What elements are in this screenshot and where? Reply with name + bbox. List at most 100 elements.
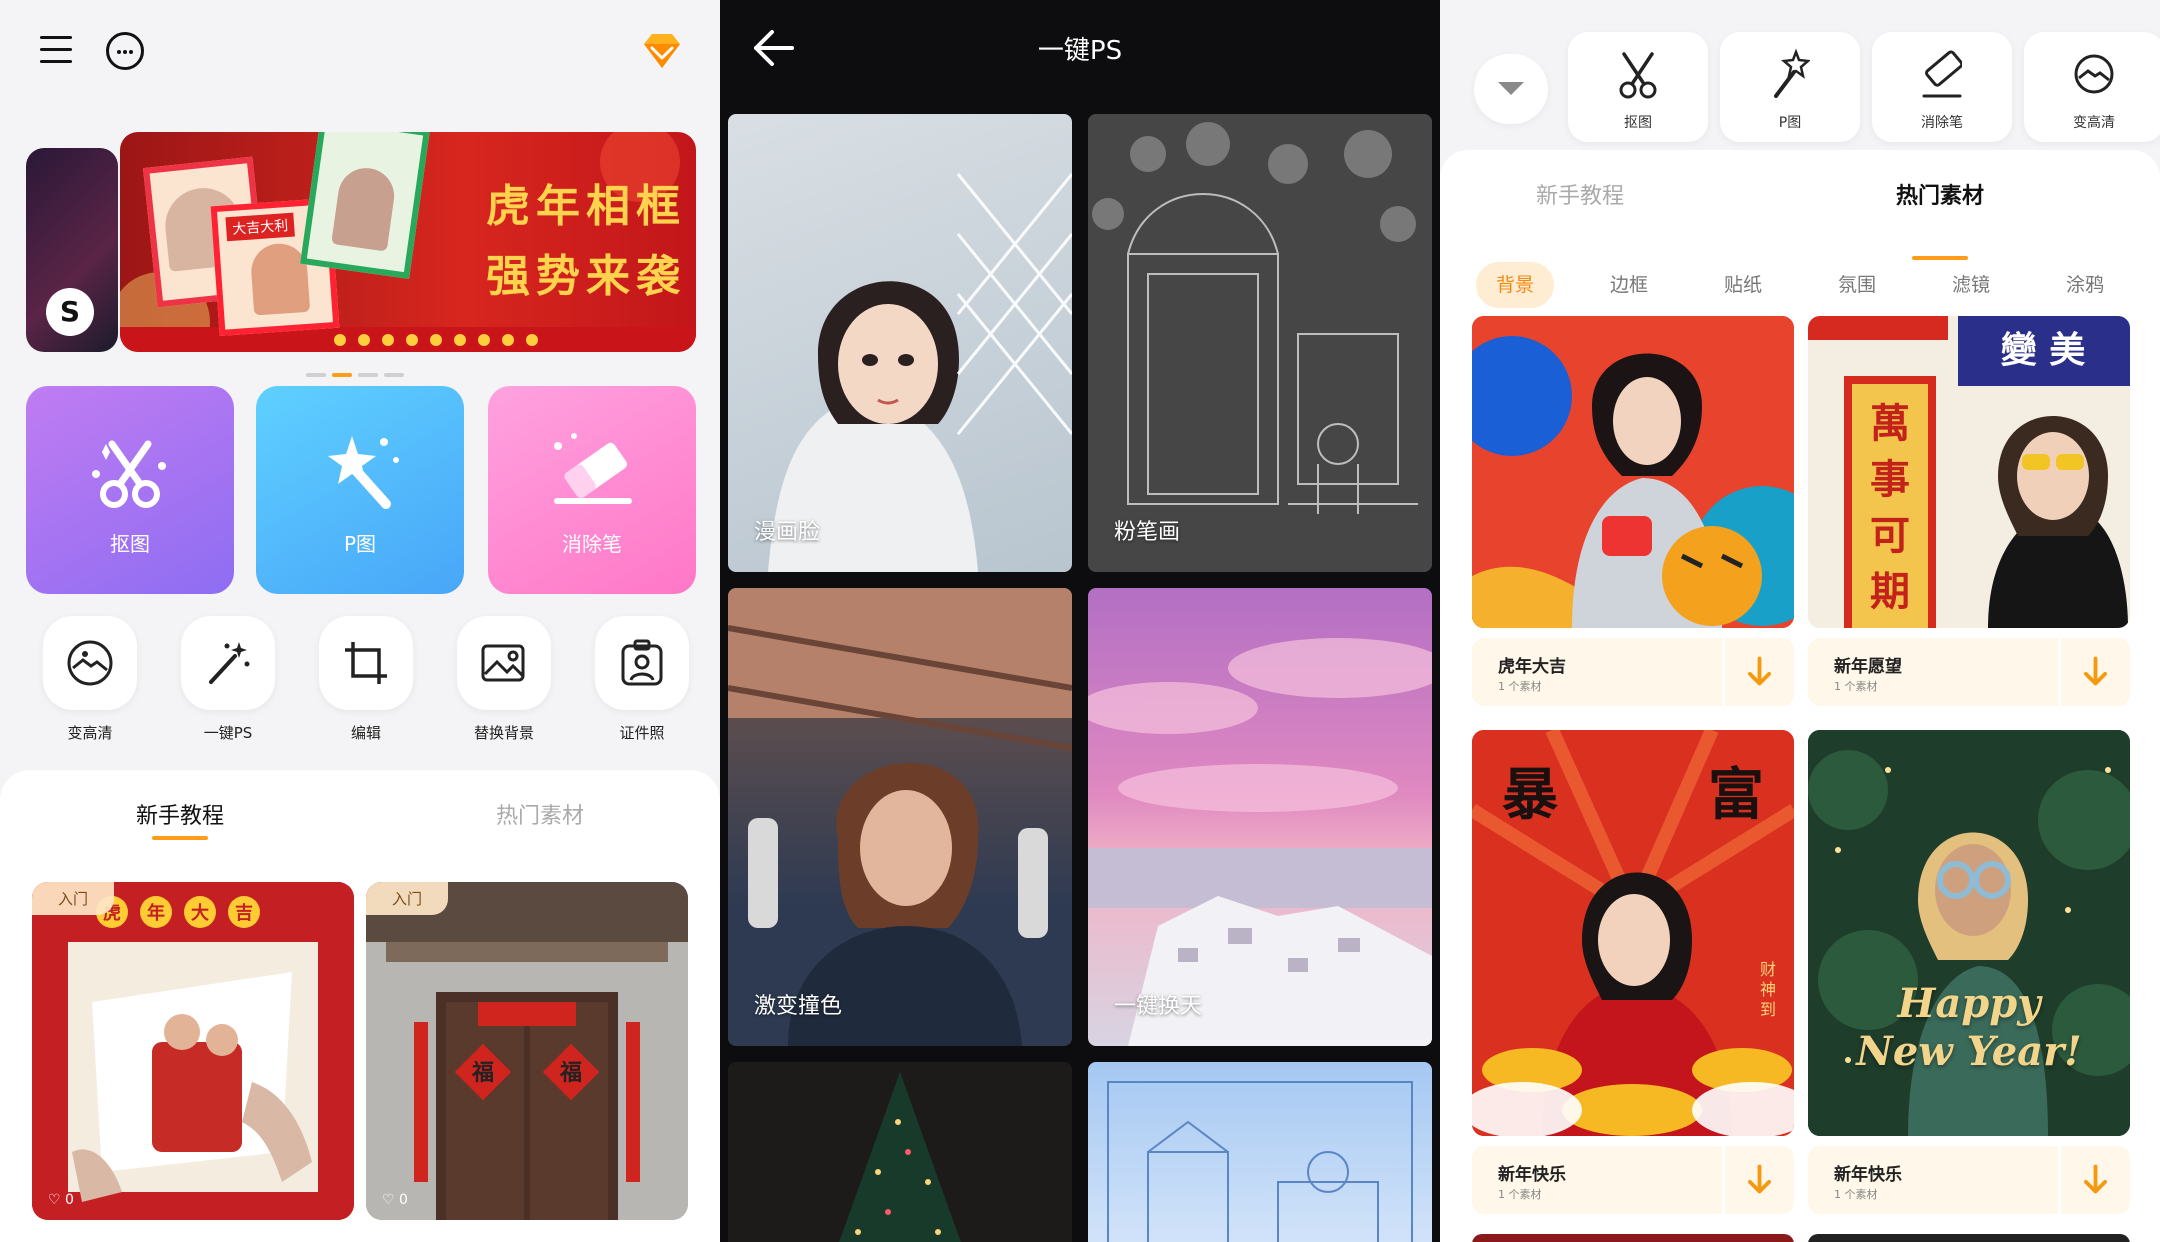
material-name: 虎年大吉 (1498, 657, 1566, 677)
effect-card-chalk[interactable]: 粉笔画 (1088, 114, 1432, 572)
effect-card-comic-face[interactable]: 漫画脸 (728, 114, 1072, 572)
material-card[interactable]: 暴 富 财神到 新年快乐 1 个素材 (1472, 730, 1794, 1214)
tab-hot-materials[interactable]: 热门素材 (470, 798, 610, 830)
art-script-text: Happy New Year! (1808, 980, 2130, 1076)
one-key-ps-tool-label: 一键PS (203, 724, 253, 742)
material-category-tabs: 背景 边框 贴纸 氛围 滤镜 涂鸦 (1440, 262, 2160, 308)
scissors-icon (1619, 52, 1657, 99)
chalk-preview-icon (1088, 114, 1432, 572)
materials-content: 新手教程 热门素材 背景 边框 贴纸 氛围 滤镜 涂鸦 虎年大吉 1 个素材 變… (1440, 150, 2160, 1242)
clarity-tool-button[interactable]: 变高清 (40, 616, 140, 743)
tool-chip-label: 抠图 (1624, 115, 1652, 131)
material-count: 1 个素材 (1834, 1188, 1878, 1201)
eraser-icon (554, 433, 632, 504)
cutout-tile-button[interactable]: 抠图 (26, 386, 234, 594)
effect-card[interactable] (728, 1062, 1072, 1242)
materials-tabs: 新手教程 热门素材 (1440, 178, 2160, 260)
subtab-doodle[interactable]: 涂鸦 (2046, 262, 2124, 308)
tutorial-card[interactable]: 虎年大吉 入门 ♡ 0 (32, 882, 354, 1220)
banner-headline-line: 虎年相框 (486, 181, 686, 232)
eraser-tool-chip[interactable]: 消除笔 (1872, 32, 2012, 142)
tab-tutorial[interactable]: 新手教程 (1500, 178, 1660, 210)
p-photo-tool-chip[interactable]: P图 (1720, 32, 1860, 142)
clarity-icon (2074, 54, 2114, 94)
card-art-char: 大 (191, 902, 209, 924)
level-tag: 入门 (366, 882, 449, 915)
material-card[interactable]: 虎年大吉 1 个素材 (1472, 316, 1794, 706)
art-side-text: 财神到 (1760, 960, 1777, 1019)
page-dot-active (332, 373, 352, 377)
page-title: 一键PS (1037, 36, 1123, 66)
banner-headline-line: 强势来袭 (486, 251, 686, 302)
material-info-bar: 新年愿望 1 个素材 (1808, 638, 2130, 706)
sketch-building-preview-icon (1107, 1081, 1413, 1242)
download-icon[interactable] (2058, 1146, 2130, 1214)
like-count[interactable]: ♡ 0 (48, 1192, 74, 1208)
material-card[interactable]: Happy New Year! 新年快乐 1 个素材 (1808, 730, 2130, 1214)
effect-caption: 激变撞色 (754, 994, 843, 1019)
vip-diamond-icon[interactable] (640, 32, 684, 72)
clarity-tool-label: 变高清 (67, 724, 113, 742)
id-photo-tool-button[interactable]: 证件照 (592, 616, 692, 743)
one-key-ps-tool-circle (181, 616, 275, 710)
card-art-char: 吉 (235, 902, 253, 924)
home-screen: S 大吉大利 虎年相框 强势来袭 抠图 P图 消除笔 变高清 一键PS 编辑 替… (0, 0, 720, 1242)
tutorial-card[interactable]: 福 福 入门 ♡ 0 (366, 882, 688, 1220)
eraser-icon (1922, 50, 1962, 98)
banner-prev-slide[interactable]: S (26, 148, 118, 352)
art-big-char: 富 (1708, 762, 1764, 828)
christmas-tree-preview-icon (839, 1072, 961, 1242)
effect-card-color-shift[interactable]: 激变撞色 (728, 588, 1072, 1046)
material-info-bar: 新年快乐 1 个素材 (1808, 1146, 2130, 1214)
home-tabs: 新手教程 热门素材 (0, 798, 720, 858)
collapse-toolbar-button[interactable] (1474, 54, 1548, 124)
promo-banner[interactable]: 大吉大利 虎年相框 强势来袭 (120, 132, 696, 352)
color-shift-preview-icon (728, 588, 1072, 1046)
one-key-ps-screen: 一键PS 漫画脸 粉笔画 激变撞色 一键换天 (720, 0, 1440, 1242)
cutout-tool-chip[interactable]: 抠图 (1568, 32, 1708, 142)
scissors-icon (92, 440, 166, 508)
p-photo-tile-button[interactable]: P图 (256, 386, 464, 594)
eraser-tile-label: 消除笔 (562, 532, 622, 556)
art-char: 可 (1870, 512, 1910, 559)
clarity-icon (67, 640, 113, 686)
download-icon[interactable] (2058, 638, 2130, 706)
subtab-background[interactable]: 背景 (1476, 262, 1554, 308)
tool-chip-label: 消除笔 (1921, 115, 1963, 131)
material-thumbnail: Happy New Year! (1808, 730, 2130, 1136)
clarity-tool-circle (43, 616, 137, 710)
one-key-ps-tool-button[interactable]: 一键PS (178, 616, 278, 743)
subtab-atmosphere[interactable]: 氛围 (1818, 262, 1896, 308)
page-dot (306, 373, 326, 377)
download-icon[interactable] (1722, 638, 1794, 706)
art-top-text: 變 美 (2000, 329, 2086, 371)
id-photo-tool-circle (595, 616, 689, 710)
subtab-sticker[interactable]: 贴纸 (1704, 262, 1782, 308)
edit-tool-button[interactable]: 编辑 (316, 616, 416, 743)
material-thumbnail: 暴 富 财神到 (1472, 730, 1794, 1136)
magic-wand-icon (328, 436, 399, 509)
chat-icon[interactable] (106, 32, 144, 70)
material-card[interactable]: 變 美 萬 事 可 期 新年愿望 1 个素材 (1808, 316, 2130, 706)
art-char: 事 (1870, 456, 1910, 503)
subtab-filter[interactable]: 滤镜 (1932, 262, 2010, 308)
tutorial-card-art-icon: 虎年大吉 (32, 882, 354, 1220)
effect-caption: 漫画脸 (754, 520, 821, 545)
subtab-frame[interactable]: 边框 (1590, 262, 1668, 308)
banner-s-logo-icon: S (46, 288, 94, 336)
tab-tutorial[interactable]: 新手教程 (110, 798, 250, 830)
eraser-tile-button[interactable]: 消除笔 (488, 386, 696, 594)
like-count[interactable]: ♡ 0 (382, 1192, 408, 1208)
clarity-tool-chip[interactable]: 变高清 (2024, 32, 2160, 142)
effect-card[interactable] (1088, 1062, 1432, 1242)
like-count-value: 0 (65, 1192, 74, 1208)
tab-hot-materials[interactable]: 热门素材 (1860, 178, 2020, 210)
tool-chip-label: P图 (1778, 115, 1802, 131)
edit-tool-label: 编辑 (350, 724, 381, 742)
effect-card-sky-swap[interactable]: 一键换天 (1088, 588, 1432, 1046)
download-icon[interactable] (1722, 1146, 1794, 1214)
home-content-sheet: 新手教程 热门素材 虎年大吉 入门 ♡ 0 福 福 入门 ♡ 0 (0, 770, 720, 1242)
effect-caption: 粉笔画 (1114, 520, 1181, 545)
replace-bg-tool-button[interactable]: 替换背景 (454, 616, 554, 743)
menu-icon[interactable] (40, 36, 72, 68)
